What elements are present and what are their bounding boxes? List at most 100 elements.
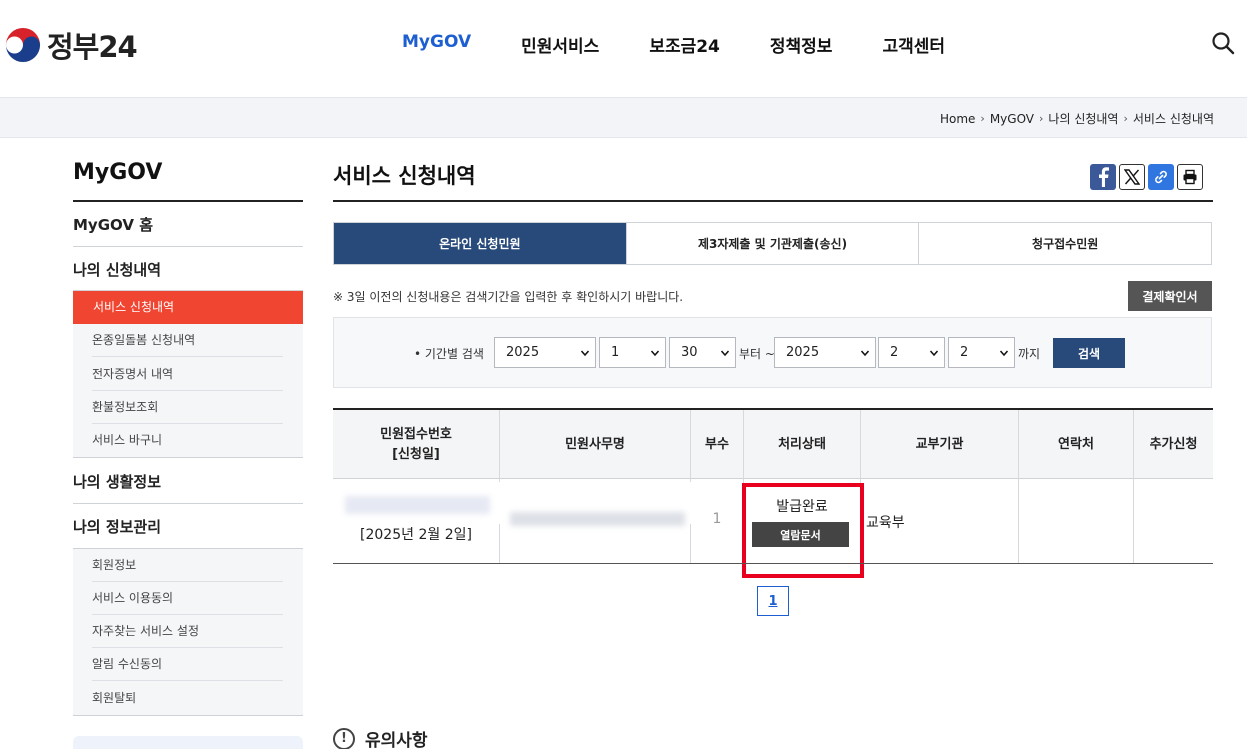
breadcrumb-mygov[interactable]: MyGOV (990, 112, 1034, 126)
breadcrumb-current: 서비스 신청내역 (1132, 112, 1214, 126)
x-share-button[interactable] (1119, 164, 1145, 190)
redacted-service-name (510, 512, 685, 526)
caution-title: 유의사항 (365, 731, 428, 749)
to-month-select[interactable]: 2 (878, 337, 945, 368)
nav-civil-service[interactable]: 민원서비스 (521, 32, 599, 57)
sidebar-divider (73, 246, 303, 247)
sidebar-group-my-applications[interactable]: 나의 신청내역 (73, 259, 303, 280)
from-month-value: 1 (611, 345, 620, 360)
sidebar-group-life-info[interactable]: 나의 생활정보 (73, 471, 303, 492)
sidebar-item-favorite-services[interactable]: 자주찾는 서비스 설정 (92, 615, 283, 648)
th-issuing-agency: 교부기관 (915, 436, 964, 452)
tab-claim-applications[interactable]: 청구접수민원 (919, 223, 1212, 264)
column-divider (1018, 410, 1019, 563)
chevron-down-icon (861, 350, 869, 357)
from-day-value: 30 (681, 345, 698, 360)
period-search-label: • 기간별 검색 (414, 347, 484, 361)
th-receipt-number-line1: 민원접수번호 (380, 426, 452, 442)
breadcrumb-my-applications[interactable]: 나의 신청내역 (1048, 110, 1118, 127)
print-button[interactable] (1177, 164, 1203, 190)
redacted-receipt-number (345, 496, 490, 514)
sidebar-item-service-consent[interactable]: 서비스 이용동의 (92, 582, 283, 615)
from-suffix-text: 부터 ~ (739, 347, 775, 361)
to-suffix-text: 까지 (1018, 347, 1041, 361)
chevron-down-icon (651, 350, 659, 357)
taegeuk-logo-icon (5, 27, 41, 63)
th-status: 처리상태 (778, 436, 826, 452)
search-button[interactable] (1210, 30, 1236, 56)
th-receipt-number: 민원접수번호 [신청일] (333, 410, 499, 479)
sidebar-group-info-management[interactable]: 나의 정보관리 (73, 516, 303, 537)
row-application-date: [2025년 2월 2일] (360, 527, 472, 543)
notice-text: ※ 3일 이전의 신청내용은 검색기간을 입력한 후 확인하시기 바랍니다. (333, 290, 684, 304)
from-day-select[interactable]: 30 (669, 337, 736, 368)
facebook-icon (1099, 167, 1109, 187)
to-day-value: 2 (960, 345, 969, 360)
site-header: 정부24 MyGOV 민원서비스 보조금24 정책정보 고객센터 (0, 0, 1247, 98)
table-bottom-border (333, 563, 1213, 564)
breadcrumb-bar: Home › MyGOV › 나의 신청내역 › 서비스 신청내역 (0, 98, 1247, 138)
tab-third-party-submission[interactable]: 제3자제출 및 기관제출(송신) (626, 223, 920, 264)
nav-customer-center[interactable]: 고객센터 (882, 32, 945, 57)
application-tabs: 온라인 신청민원 제3자제출 및 기관제출(송신) 청구접수민원 (333, 222, 1212, 265)
chevron-down-icon (930, 350, 938, 357)
chevron-down-icon (581, 350, 589, 357)
sidebar-item-withdraw[interactable]: 회원탈퇴 (92, 682, 283, 715)
sidebar-banner (73, 736, 303, 749)
breadcrumb: Home › MyGOV › 나의 신청내역 › 서비스 신청내역 (940, 110, 1214, 127)
sidebar-title-divider (73, 200, 303, 202)
search-icon (1212, 32, 1235, 55)
caution-section: ! 유의사항 (333, 726, 428, 749)
logo-text: 정부24 (47, 30, 138, 64)
main-nav: MyGOV 민원서비스 보조금24 정책정보 고객센터 (402, 32, 995, 57)
payment-receipt-button[interactable]: 결제확인서 (1128, 281, 1212, 311)
print-icon (1183, 169, 1197, 185)
nav-mygov[interactable]: MyGOV (402, 32, 471, 57)
chevron-right-icon: › (1039, 112, 1044, 125)
sidebar-item-mygov-home[interactable]: MyGOV 홈 (73, 214, 303, 235)
from-year-value: 2025 (506, 345, 540, 360)
row-issuing-agency: 교육부 (866, 515, 905, 531)
th-service-name: 민원사무명 (565, 436, 625, 452)
x-twitter-icon (1124, 169, 1140, 185)
th-copies: 부수 (705, 436, 729, 452)
sidebar-item-service-basket[interactable]: 서비스 바구니 (92, 424, 283, 457)
page-title: 서비스 신청내역 (333, 164, 476, 188)
chevron-right-icon: › (980, 112, 985, 125)
sidebar-item-member-info[interactable]: 회원정보 (92, 549, 283, 582)
facebook-share-button[interactable] (1090, 164, 1116, 190)
to-day-select[interactable]: 2 (948, 337, 1015, 368)
chevron-right-icon: › (1123, 112, 1128, 125)
sidebar-item-allday-care[interactable]: 온종일돌봄 신청내역 (92, 324, 283, 357)
link-icon (1155, 170, 1167, 184)
to-month-value: 2 (890, 345, 899, 360)
tab-online-applications[interactable]: 온라인 신청민원 (334, 223, 627, 264)
page-title-divider (333, 200, 1213, 202)
sidebar-divider (73, 503, 303, 504)
chevron-down-icon (1000, 350, 1008, 357)
sidebar-divider (73, 715, 303, 716)
sidebar-title: MyGOV (73, 160, 163, 185)
th-additional-request: 추가신청 (1149, 436, 1198, 452)
sidebar-item-notification-consent[interactable]: 알림 수신동의 (92, 648, 283, 681)
from-year-select[interactable]: 2025 (494, 337, 596, 368)
to-year-select[interactable]: 2025 (774, 337, 876, 368)
nav-subsidy24[interactable]: 보조금24 (649, 32, 720, 57)
sidebar-divider (73, 457, 303, 458)
pagination-page-1[interactable]: 1 (757, 586, 789, 616)
from-month-select[interactable]: 1 (599, 337, 666, 368)
column-divider (1133, 410, 1134, 563)
period-search-button[interactable]: 검색 (1053, 338, 1125, 368)
sidebar-item-service-applications[interactable]: 서비스 신청내역 (73, 291, 303, 324)
th-contact: 연락처 (1058, 436, 1094, 452)
logo[interactable]: 정부24 (5, 24, 138, 66)
copy-link-button[interactable] (1148, 164, 1174, 190)
chevron-down-icon (721, 350, 729, 357)
sidebar-item-refund-info[interactable]: 환불정보조회 (92, 391, 283, 424)
exclamation-icon: ! (333, 727, 355, 749)
sidebar-item-e-certificates[interactable]: 전자증명서 내역 (92, 358, 283, 391)
row-copies: 1 (712, 511, 722, 527)
nav-policy-info[interactable]: 정책정보 (770, 32, 833, 57)
breadcrumb-home[interactable]: Home (940, 112, 975, 126)
th-receipt-number-line2: [신청일] (392, 446, 440, 462)
